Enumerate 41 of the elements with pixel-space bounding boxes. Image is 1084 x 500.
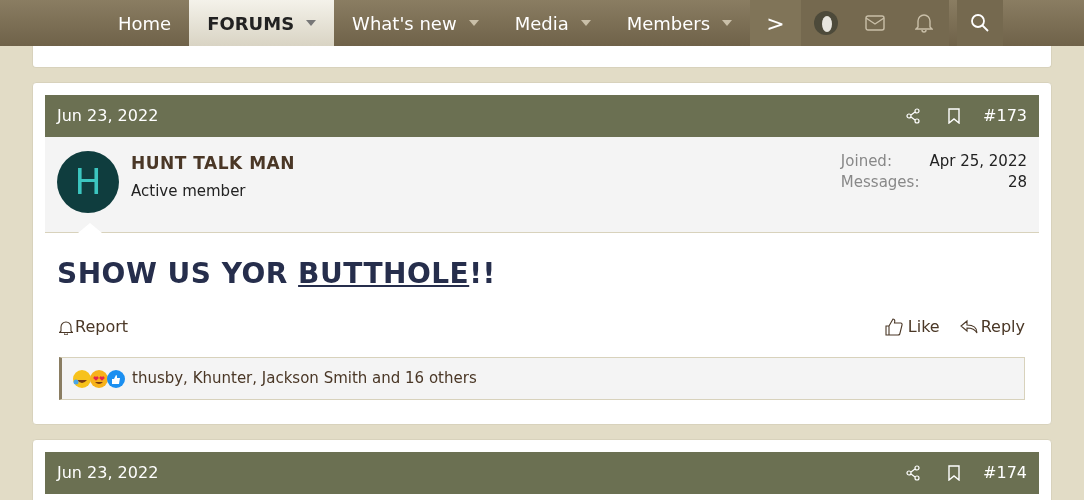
bookmark-icon[interactable] — [947, 108, 962, 124]
message-link[interactable]: BUTTHOLE — [298, 257, 470, 290]
nav-tab[interactable]: Media — [496, 0, 609, 46]
reply-arrow-icon — [959, 319, 978, 335]
user-title: Active member — [131, 180, 247, 202]
joined-label: Joined: — [840, 151, 893, 172]
reactions-text[interactable]: thusby, Khunter, Jackson Smith and 16 others — [132, 367, 477, 390]
messages-count: 28 — [1006, 172, 1027, 193]
report-link[interactable]: Report — [59, 315, 129, 339]
joined-date: Apr 25, 2022 — [929, 151, 1027, 172]
post-number[interactable]: #173 — [983, 104, 1027, 128]
caret-icon — [722, 20, 733, 26]
caret-icon — [468, 20, 479, 26]
more-button[interactable]: > — [750, 0, 801, 46]
like-button[interactable]: Like — [884, 315, 940, 339]
post-number[interactable]: #174 — [983, 461, 1027, 485]
post-message: SHOW US YOR BUTTHOLE!! — [56, 256, 497, 292]
nav-tab[interactable]: What's new — [334, 0, 497, 46]
caret-icon — [306, 20, 317, 26]
avatar-button[interactable] — [800, 0, 851, 46]
search-icon — [969, 13, 990, 33]
post-date: Jun 23, 2022 — [57, 105, 159, 127]
messages-label: Messages: — [840, 172, 920, 193]
bell-icon — [914, 13, 933, 33]
nav-tab[interactable]: Members — [608, 0, 751, 46]
avatar[interactable]: H — [57, 151, 119, 213]
nav-tab[interactable]: Home — [100, 0, 190, 46]
reaction-icons-drawing — [72, 368, 126, 389]
post-date: Jun 23, 2022 — [57, 462, 159, 484]
reply-button[interactable]: Reply — [959, 315, 1025, 339]
username[interactable]: HUNT TALK MAN — [131, 151, 295, 177]
share-icon[interactable] — [905, 465, 922, 481]
bell-icon — [59, 319, 73, 335]
caret-icon — [580, 20, 591, 26]
envelope-icon — [864, 15, 885, 31]
thumbs-up-icon — [884, 318, 903, 336]
bookmark-icon[interactable] — [947, 465, 962, 481]
avatar-icon — [813, 11, 838, 35]
share-icon[interactable] — [905, 108, 922, 124]
search-button[interactable] — [956, 0, 1003, 46]
nav-tab[interactable]: FORUMS — [189, 0, 335, 46]
